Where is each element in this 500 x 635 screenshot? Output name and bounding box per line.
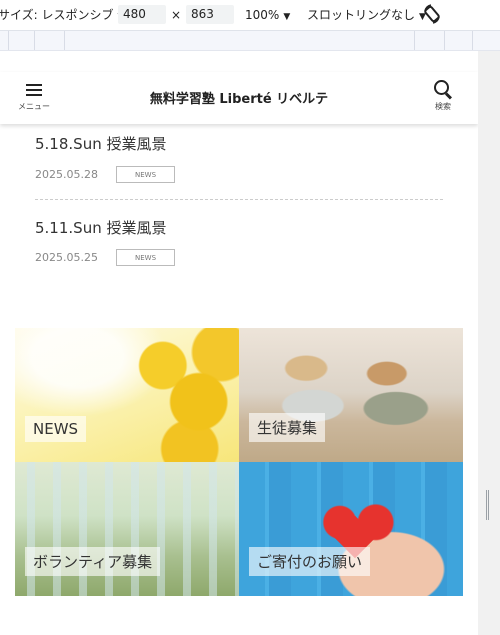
chevron-down-icon: ▼	[283, 12, 291, 22]
ruler-tick	[34, 31, 35, 50]
news-date: 2025.05.25	[35, 251, 98, 264]
ruler-tick	[8, 31, 9, 50]
device-size-dropdown[interactable]: サイズ: レスポンシブ▼	[0, 0, 124, 30]
tile-donation[interactable]: ご寄付のお願い	[239, 462, 463, 596]
viewport-width-input[interactable]: 480	[118, 5, 166, 24]
ruler-tick	[472, 31, 473, 50]
tile-label: 生徒募集	[249, 413, 326, 442]
news-date: 2025.05.28	[35, 168, 98, 181]
resize-handle[interactable]	[486, 490, 489, 520]
rotate-device-button[interactable]	[422, 3, 442, 25]
search-button[interactable]: 検索	[420, 80, 466, 120]
menu-label: メニュー	[18, 102, 50, 111]
devtools-device-toolbar: サイズ: レスポンシブ▼ 480 × 863 100%▼ スロットリングなし▼	[0, 0, 500, 31]
ruler-tick	[414, 31, 415, 50]
news-title[interactable]: 5.11.Sun 授業風景	[35, 217, 443, 238]
tile-news[interactable]: NEWS	[15, 328, 239, 462]
site-title[interactable]: 無料学習塾 Liberté リベルテ	[100, 88, 378, 107]
emulated-viewport: メニュー 無料学習塾 Liberté リベルテ 検索 5.18.Sun 授業風景…	[0, 51, 478, 635]
zoom-dropdown[interactable]: 100% ▼	[245, 0, 290, 30]
menu-button[interactable]: メニュー	[12, 80, 56, 120]
search-label: 検索	[435, 102, 451, 111]
dimension-separator: ×	[171, 8, 182, 22]
news-category-tag[interactable]: NEWS	[116, 166, 175, 183]
search-icon	[433, 80, 453, 100]
rotate-icon	[424, 4, 440, 24]
news-title[interactable]: 5.18.Sun 授業風景	[35, 133, 443, 154]
media-query-ruler[interactable]	[0, 31, 500, 51]
tile-label: ご寄付のお願い	[249, 547, 371, 576]
zoom-label: 100%	[245, 8, 280, 22]
throttle-label: スロットリングなし	[307, 8, 416, 22]
viewport-gutter	[478, 51, 500, 635]
throttle-dropdown[interactable]: スロットリングなし ▼	[307, 0, 426, 30]
news-divider	[35, 199, 443, 200]
tile-label: ボランティア募集	[25, 547, 161, 576]
site-header: メニュー 無料学習塾 Liberté リベルテ 検索	[0, 72, 478, 124]
tile-volunteer[interactable]: ボランティア募集	[15, 462, 239, 596]
news-category-tag[interactable]: NEWS	[116, 249, 175, 266]
news-item[interactable]: 5.18.Sun 授業風景 2025.05.28 NEWS	[35, 133, 443, 193]
tile-student-recruitment[interactable]: 生徒募集	[239, 328, 463, 462]
viewport-height-input[interactable]: 863	[186, 5, 234, 24]
ruler-tick	[444, 31, 445, 50]
news-item[interactable]: 5.11.Sun 授業風景 2025.05.25 NEWS	[35, 217, 443, 277]
tile-label: NEWS	[25, 416, 87, 442]
hamburger-icon	[12, 84, 56, 96]
device-size-label: サイズ: レスポンシブ	[0, 8, 114, 22]
ruler-tick	[64, 31, 65, 50]
